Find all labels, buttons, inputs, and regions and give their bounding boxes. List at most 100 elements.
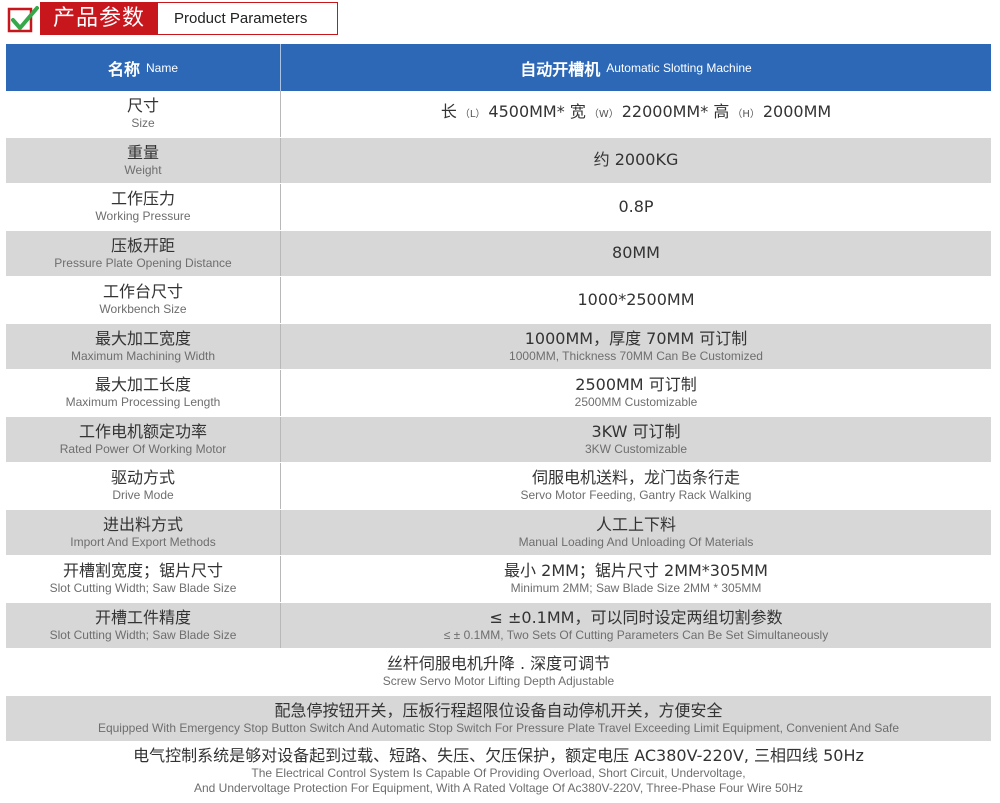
size-length-label: 长 (440, 102, 457, 122)
table-note-row: 电气控制系统是够对设备起到过载、短路、失压、欠压保护，额定电压 AC380V-2… (6, 742, 991, 800)
row-value-zh: 3KW 可订制 (591, 421, 681, 441)
row-value-zh: 2500MM 可订制 (575, 375, 697, 395)
row-label-cell: 开槽工件精度 Slot Cutting Width; Saw Blade Size (6, 602, 281, 648)
header-name-en: Name (146, 60, 179, 75)
header-product-cell: 自动开槽机 Automatic Slotting Machine (281, 44, 991, 91)
parameters-table: 名称 Name 自动开槽机 Automatic Slotting Machine… (6, 44, 991, 800)
row-label-cell: 驱动方式 Drive Mode (6, 463, 281, 509)
table-body: 重量 Weight 约 2000KG 工作压力 Working Pressure 0.8P… (6, 137, 991, 649)
table-row: 开槽工件精度 Slot Cutting Width; Saw Blade Size… (6, 602, 991, 649)
table-row: 最大加工长度 Maximum Processing Length 2500MM 可订… (6, 370, 991, 417)
row-value-cell: ≤ ±0.1MM，可以同时设定两组切割参数 ≤ ± 0.1MM, Two Sets… (281, 603, 991, 649)
size-length-width: 4500MM* 宽 (488, 102, 586, 122)
row-label-cell: 尺寸 Size (6, 91, 281, 137)
checkmark-badge-icon (6, 3, 40, 37)
row-label-zh: 开槽割宽度；锯片尺寸 (62, 561, 223, 581)
table-row: 驱动方式 Drive Mode 伺服电机送料，龙门齿条行走 Servo Motor F… (6, 463, 991, 510)
row-label-en: Rated Power Of Working Motor (59, 441, 227, 456)
row-label-cell: 最大加工长度 Maximum Processing Length (6, 370, 281, 416)
row-label-en: Maximum Machining Width (70, 348, 216, 363)
row-value-en: Minimum 2MM; Saw Blade Size 2MM * 305MM (510, 581, 762, 596)
size-height-unit: （H） (732, 109, 760, 121)
row-label-en: Drive Mode (112, 488, 174, 503)
table-header: 名称 Name 自动开槽机 Automatic Slotting Machine (6, 44, 991, 91)
size-width-height: 22000MM* 高 (621, 102, 730, 122)
table-row: 重量 Weight 约 2000KG (6, 137, 991, 184)
table-row: 工作压力 Working Pressure 0.8P (6, 184, 991, 231)
row-value-cell: 80MM (281, 231, 991, 277)
table-note-row: 配急停按钮开关，压板行程超限位设备自动停机开关，方便安全 Equipped Wit… (6, 695, 991, 742)
row-value-cell: 长（L） 4500MM* 宽（W） 22000MM* 高（H） 2000MM (281, 91, 991, 137)
row-label-zh: 尺寸 (126, 96, 159, 116)
row-value-zh: ≤ ±0.1MM，可以同时设定两组切割参数 (489, 607, 783, 627)
row-value-zh: 80MM (612, 243, 660, 263)
note-zh: 配急停按钮开关，压板行程超限位设备自动停机开关，方便安全 (274, 700, 723, 720)
row-label-en: Workbench Size (99, 302, 187, 317)
row-value-zh: 约 2000KG (593, 150, 679, 170)
table-row: 进出料方式 Import And Export Methods 人工上下料 Manua… (6, 509, 991, 556)
row-label-zh: 压板开距 (110, 235, 175, 255)
row-label-en: Weight (124, 162, 162, 177)
row-label-zh: 进出料方式 (102, 514, 183, 534)
row-value-en: 2500MM Customizable (574, 395, 698, 410)
note-en-line2: And Undervoltage Protection For Equipmen… (193, 780, 803, 795)
size-width-unit: （W） (588, 109, 619, 121)
row-label-en: Maximum Processing Length (65, 395, 221, 410)
row-label-en: Import And Export Methods (70, 534, 216, 549)
row-value-cell: 最小 2MM；锯片尺寸 2MM*305MM Minimum 2MM; Saw Bl… (281, 556, 991, 602)
row-value-en: Manual Loading And Unloading Of Material… (518, 534, 754, 549)
row-label-en: Working Pressure (95, 209, 191, 224)
header-product-zh: 自动开槽机 (520, 59, 601, 79)
row-label-cell: 重量 Weight (6, 137, 281, 183)
row-value-zh: 最小 2MM；锯片尺寸 2MM*305MM (504, 561, 768, 581)
section-title-zh: 产品参数 (40, 2, 158, 35)
row-value-en: ≤ ± 0.1MM, Two Sets Of Cutting Parameter… (443, 627, 829, 642)
table-row: 工作台尺寸 Workbench Size 1000*2500MM (6, 277, 991, 324)
row-label-en: Pressure Plate Opening Distance (54, 255, 232, 270)
note-en: The Electrical Control System Is Capable… (251, 765, 746, 780)
table-row-size: 尺寸 Size 长（L） 4500MM* 宽（W） 22000MM* 高（H） 200… (6, 91, 991, 138)
row-value-cell: 伺服电机送料，龙门齿条行走 Servo Motor Feeding, Gantry… (281, 463, 991, 509)
row-value-en: Servo Motor Feeding, Gantry Rack Walking (520, 488, 752, 503)
table-row: 工作电机额定功率 Rated Power Of Working Motor 3KW … (6, 416, 991, 463)
size-length-unit: （L） (459, 109, 486, 121)
note-zh: 电气控制系统是够对设备起到过载、短路、失压、欠压保护，额定电压 AC380V-2… (133, 745, 864, 765)
row-value-zh: 0.8P (618, 196, 654, 216)
section-title-en: Product Parameters (158, 2, 338, 35)
row-label-en: Size (131, 116, 155, 131)
header-name-zh: 名称 (107, 59, 140, 79)
row-value-cell: 约 2000KG (281, 138, 991, 184)
table-note-row: 丝杆伺服电机升降 . 深度可调节 Screw Servo Motor Liftin… (6, 649, 991, 696)
row-label-en: Slot Cutting Width; Saw Blade Size (49, 581, 237, 596)
note-en: Screw Servo Motor Lifting Depth Adjustab… (382, 674, 615, 689)
table-row: 开槽割宽度；锯片尺寸 Slot Cutting Width; Saw Blade … (6, 556, 991, 603)
row-label-cell: 工作电机额定功率 Rated Power Of Working Motor (6, 416, 281, 462)
table-row: 最大加工宽度 Maximum Machining Width 1000MM，厚度 7… (6, 323, 991, 370)
row-label-zh: 开槽工件精度 (94, 607, 191, 627)
row-label-zh: 重量 (126, 142, 159, 162)
row-value-zh: 伺服电机送料，龙门齿条行走 (531, 468, 740, 488)
row-label-cell: 压板开距 Pressure Plate Opening Distance (6, 230, 281, 276)
header-product-en: Automatic Slotting Machine (606, 60, 752, 75)
size-height-value: 2000MM (762, 102, 832, 122)
section-banner: 产品参数 Product Parameters (0, 0, 1000, 40)
row-value-cell: 0.8P (281, 184, 991, 230)
row-label-zh: 工作台尺寸 (102, 282, 183, 302)
size-value: 长（L） 4500MM* 宽（W） 22000MM* 高（H） 2000MM (441, 102, 831, 125)
row-value-zh: 1000MM，厚度 70MM 可订制 (524, 328, 748, 348)
header-name-cell: 名称 Name (6, 44, 281, 91)
note-zh: 丝杆伺服电机升降 . 深度可调节 (386, 654, 611, 674)
row-value-en: 1000MM, Thickness 70MM Can Be Customized (509, 348, 763, 363)
row-value-cell: 1000MM，厚度 70MM 可订制 1000MM, Thickness 70MM… (281, 324, 991, 370)
row-value-cell: 2500MM 可订制 2500MM Customizable (281, 370, 991, 416)
row-value-zh: 1000*2500MM (577, 289, 695, 309)
row-label-cell: 工作台尺寸 Workbench Size (6, 277, 281, 323)
row-label-zh: 最大加工宽度 (94, 328, 191, 348)
row-label-zh: 最大加工长度 (94, 375, 191, 395)
row-value-zh: 人工上下料 (595, 514, 676, 534)
row-label-en: Slot Cutting Width; Saw Blade Size (49, 627, 237, 642)
row-label-cell: 工作压力 Working Pressure (6, 184, 281, 230)
row-value-en: 3KW Customizable (584, 441, 688, 456)
row-label-zh: 工作压力 (110, 189, 175, 209)
table-row: 压板开距 Pressure Plate Opening Distance 80MM (6, 230, 991, 277)
